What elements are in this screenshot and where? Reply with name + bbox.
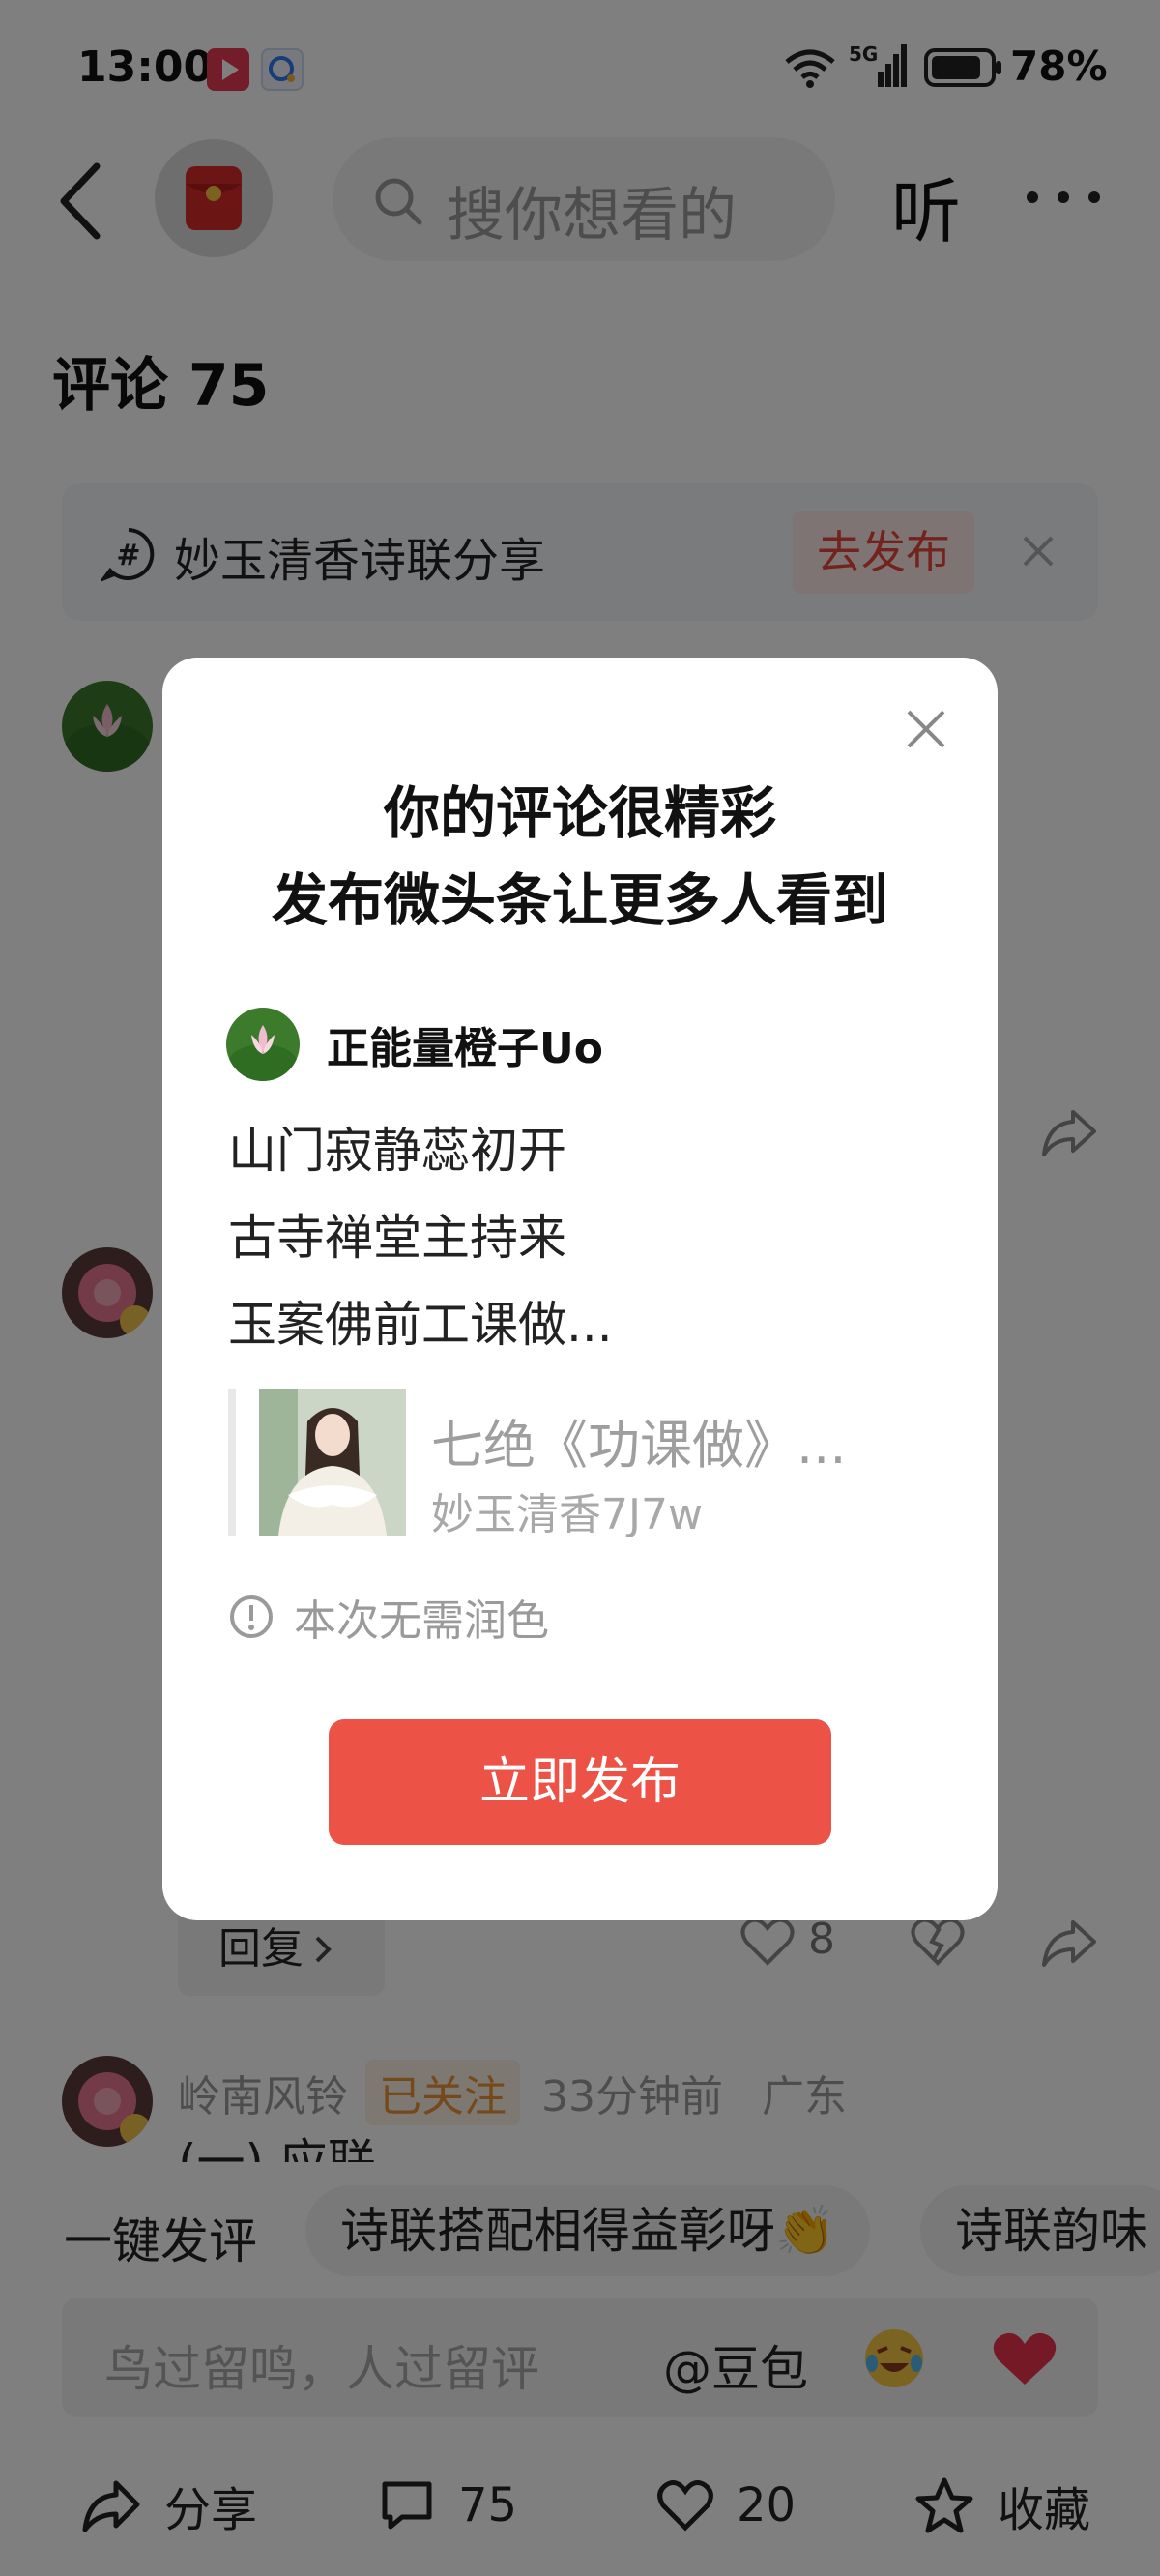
article-thumbnail	[259, 1389, 406, 1536]
avatar	[226, 1008, 300, 1081]
publish-now-button[interactable]: 立即发布	[329, 1719, 831, 1845]
poem-line: 山门寂静蕊初开	[228, 1123, 566, 1179]
poem-line: 古寺禅堂主持来	[228, 1210, 566, 1266]
close-icon[interactable]	[905, 708, 947, 750]
quoted-article-title: 七绝《功课做》...	[431, 1415, 847, 1476]
poem-line: 玉案佛前工课做...	[228, 1297, 613, 1353]
dialog-title-line1: 你的评论很精彩	[383, 780, 776, 846]
quoted-article-author: 妙玉清香7J7w	[431, 1490, 703, 1539]
dialog-title-line2: 发布微头条让更多人看到	[271, 867, 888, 933]
polish-notice: 本次无需润色	[228, 1586, 549, 1648]
notice-text: 本次无需润色	[294, 1596, 549, 1646]
info-icon	[230, 1595, 273, 1638]
quote-divider	[228, 1389, 236, 1536]
publish-dialog: 你的评论很精彩 发布微头条让更多人看到 正能量橙子Uo 山门寂静蕊初开 古寺禅堂…	[162, 658, 998, 1920]
comment-author: 正能量橙子Uo	[327, 1024, 603, 1073]
